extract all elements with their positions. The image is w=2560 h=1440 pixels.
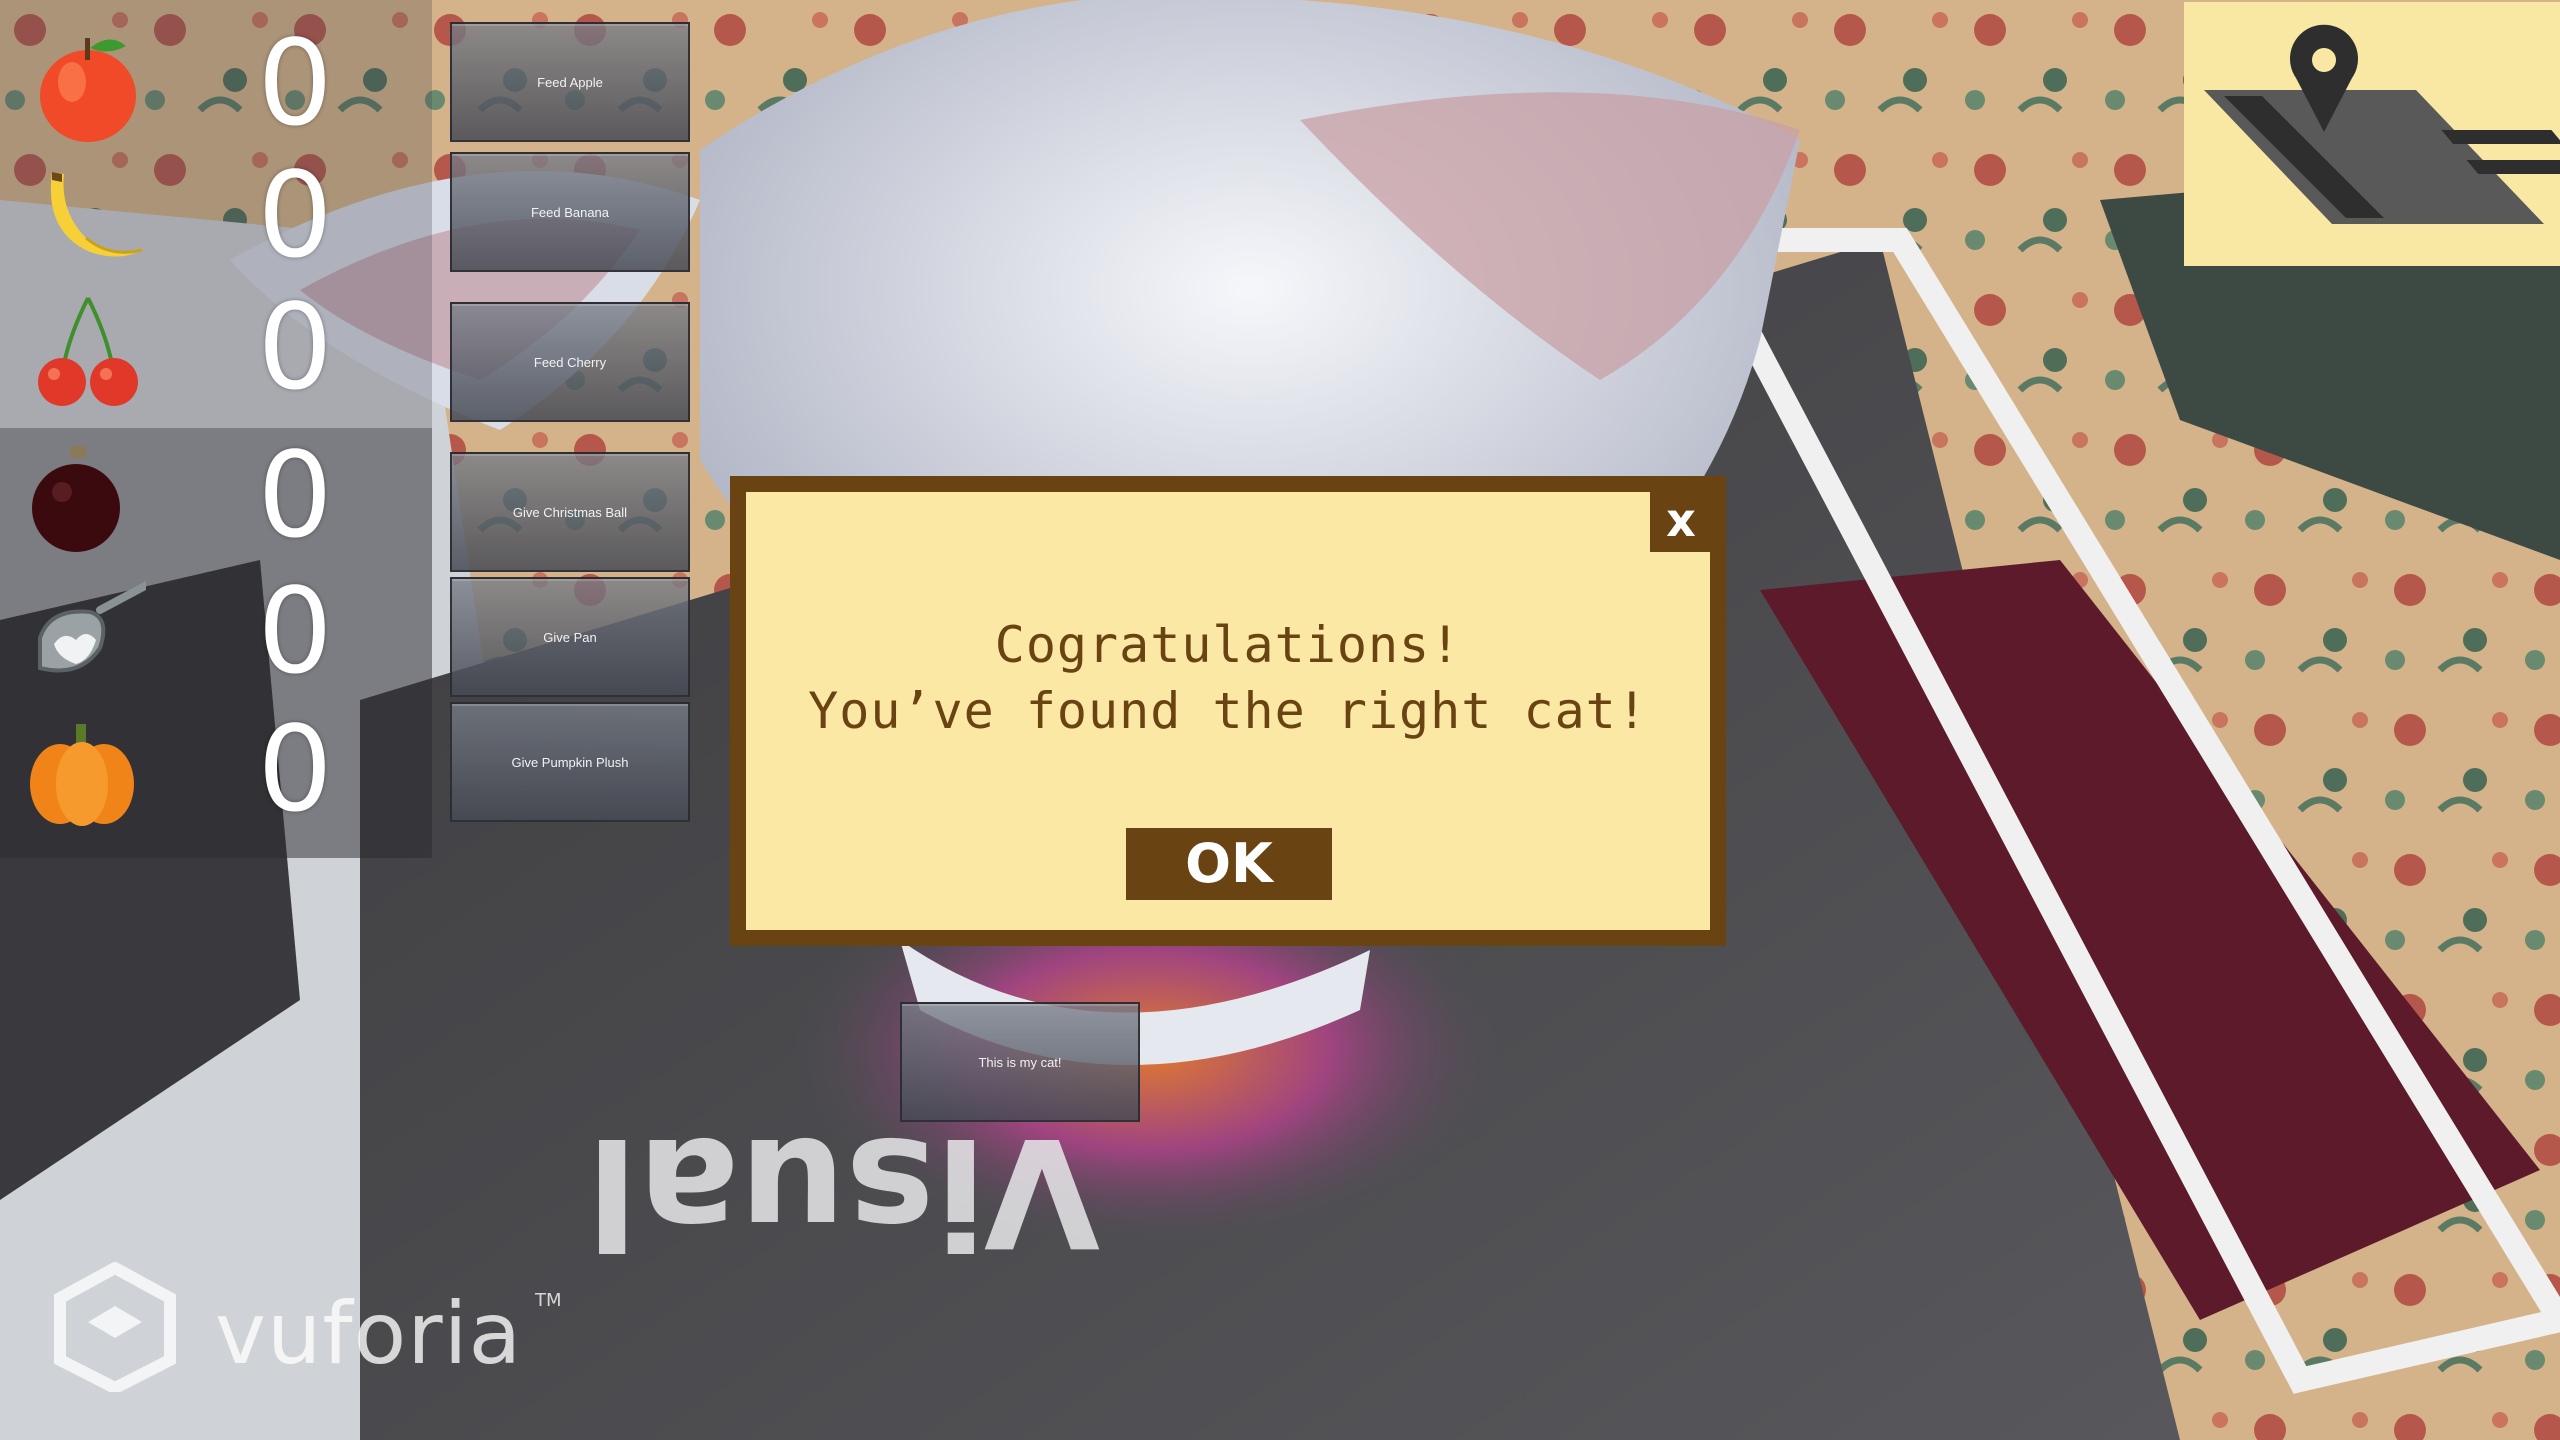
pumpkin-icon <box>24 716 140 832</box>
apple-icon <box>30 30 146 146</box>
inventory-row-pan: 0 <box>0 566 432 696</box>
give-pumpkin-plush-button[interactable]: Give Pumpkin Plush <box>450 702 690 822</box>
inventory-row-cherry: 0 <box>0 282 432 412</box>
inventory-row-pumpkin: 0 <box>0 704 432 834</box>
pan-count: 0 <box>257 562 333 700</box>
inventory-row-apple: 0 <box>0 18 432 148</box>
dialog-subtitle: You’ve found the right cat! <box>808 682 1648 740</box>
inventory-panel: 0 0 0 0 0 0 <box>0 0 432 858</box>
inventory-row-christmas-ball: 0 <box>0 430 432 560</box>
feed-banana-button[interactable]: Feed Banana <box>450 152 690 272</box>
close-button[interactable]: x <box>1650 490 1712 552</box>
svg-text:Visual: Visual <box>586 1104 1100 1278</box>
cherry-count: 0 <box>257 278 333 416</box>
christmas-ball-count: 0 <box>257 426 333 564</box>
banana-icon <box>30 162 146 278</box>
apple-count: 0 <box>257 14 333 152</box>
this-is-my-cat-button[interactable]: This is my cat! <box>900 1002 1140 1122</box>
map-button[interactable] <box>2184 2 2560 266</box>
vuforia-watermark: vuforia TM <box>50 1261 570 1412</box>
pumpkin-count: 0 <box>257 700 333 838</box>
feed-apple-button[interactable]: Feed Apple <box>450 22 690 142</box>
give-pan-button[interactable]: Give Pan <box>450 577 690 697</box>
vuforia-text: vuforia <box>215 1284 523 1384</box>
dialog-message: Cogratulations! You’ve found the right c… <box>746 612 1710 744</box>
banana-count: 0 <box>257 146 333 284</box>
feed-cherry-button[interactable]: Feed Cherry <box>450 302 690 422</box>
vuforia-trademark: TM <box>535 1290 562 1311</box>
ok-button[interactable]: OK <box>1126 828 1332 900</box>
cherry-icon <box>30 294 146 410</box>
congratulations-dialog: x Cogratulations! You’ve found the right… <box>730 476 1726 946</box>
map-pin-icon <box>2204 24 2560 224</box>
dialog-title: Cogratulations! <box>994 616 1462 674</box>
inventory-row-banana: 0 <box>0 150 432 280</box>
vuforia-logo-icon <box>54 1261 176 1395</box>
christmas-ball-icon <box>30 442 146 558</box>
pan-icon <box>30 574 164 694</box>
give-christmas-ball-button[interactable]: Give Christmas Ball <box>450 452 690 572</box>
